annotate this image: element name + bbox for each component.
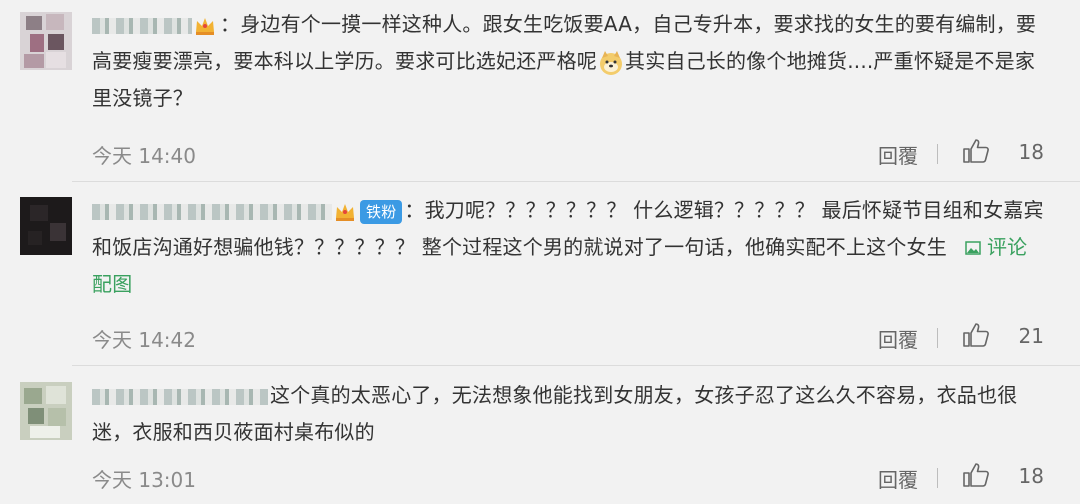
divider [937, 328, 938, 348]
reply-button[interactable]: 回覆 [878, 324, 918, 353]
crown-badge-icon [196, 17, 214, 35]
like-count: 18 [1018, 140, 1044, 164]
doge-emoji-icon [600, 50, 622, 75]
divider [72, 365, 1080, 366]
thumbs-up-icon[interactable] [962, 138, 990, 164]
username[interactable] [92, 203, 332, 220]
avatar[interactable] [20, 197, 72, 255]
fan-badge: 铁粉 [360, 199, 403, 224]
thumbs-up-icon[interactable] [962, 462, 990, 488]
comment-meta: 今天 14:40 回覆 18 [92, 138, 1044, 168]
thumbs-up-icon[interactable] [962, 322, 990, 348]
comment-time: 今天 14:42 [92, 328, 196, 352]
comment-text: 铁粉 ：我刀呢？？？？？？？ 什么逻辑？？？？？ 最后怀疑节目组和女嘉宾和饭店沟通… [92, 198, 1044, 296]
comment-text: 这个真的太恶心了，无法想象他能找到女朋友，女孩子忍了这么久不容易，衣品也很迷，衣… [92, 383, 1018, 444]
reply-button[interactable]: 回覆 [878, 464, 918, 493]
divider [937, 468, 938, 488]
comment-time: 今天 14:40 [92, 144, 196, 168]
divider [937, 144, 938, 164]
like-count: 21 [1018, 324, 1044, 348]
comment-meta: 今天 14:42 回覆 21 [92, 322, 1044, 352]
image-icon [965, 241, 981, 255]
username[interactable] [92, 388, 268, 405]
avatar[interactable] [20, 382, 72, 440]
avatar[interactable] [20, 12, 72, 70]
like-count: 18 [1018, 464, 1044, 488]
comment-time: 今天 13:01 [92, 468, 196, 492]
username[interactable] [92, 17, 192, 34]
comment-meta: 今天 13:01 回覆 18 [92, 462, 1044, 492]
crown-badge-icon [336, 203, 354, 221]
divider [72, 181, 1080, 182]
reply-button[interactable]: 回覆 [878, 140, 918, 169]
comment-text: ：身边有个一摸一样这种人。跟女生吃饭要AA，自己专升本，要求找的女生的要有编制，… [92, 12, 1037, 110]
